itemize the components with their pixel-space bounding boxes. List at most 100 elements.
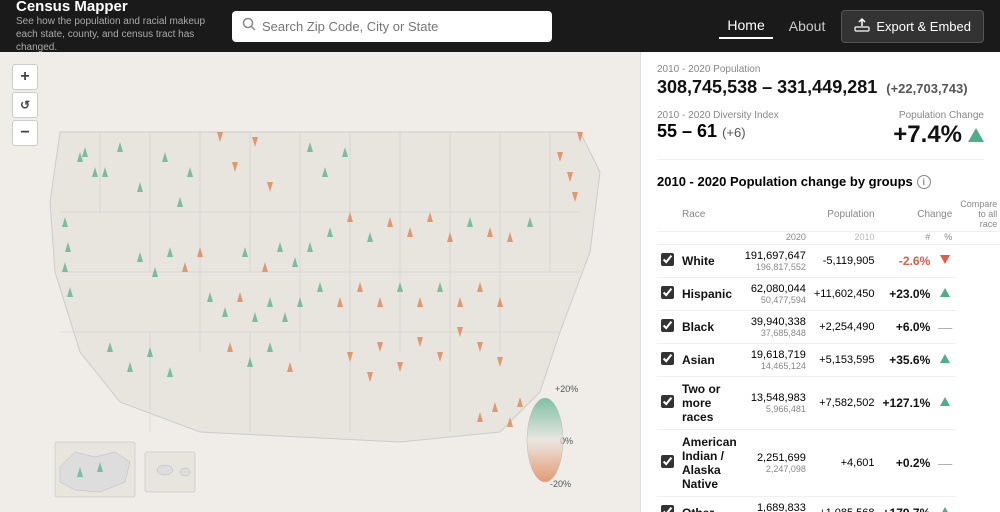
pop-separator: – [762,77,777,97]
change-pct-cell: +6.0% [879,311,935,344]
nav-about[interactable]: About [781,14,834,38]
race-table-body: White 191,697,647 196,817,552 -5,119,905… [657,245,1000,512]
us-map: +20% 0% -20% [0,52,640,512]
nav-home[interactable]: Home [719,13,772,39]
diversity-row: 2010 - 2020 Diversity Index 55 – 61 (+6)… [657,110,984,160]
header: Census Mapper See how the population and… [0,0,1000,52]
pop-2010-val: 37,685,848 [745,328,806,338]
compare-cell [934,377,956,430]
race-name: White [682,254,715,268]
row-checkbox-cell [657,377,678,430]
search-container [232,11,552,42]
compare-cell [934,344,956,377]
search-box[interactable] [232,11,552,42]
row-checkbox-cell [657,344,678,377]
zoom-in-button[interactable]: + [12,64,38,90]
pop-2020-cell: 39,940,338 37,685,848 [741,311,810,344]
th-pct: % [934,232,956,245]
table-row: Other 1,689,833 604,265 +1,085,568 +179.… [657,497,1000,512]
race-name: Asian [682,353,715,367]
row-checkbox-cell [657,430,678,497]
th-race: Race [678,197,741,232]
export-button[interactable]: Export & Embed [841,10,984,43]
search-icon [242,17,256,36]
pop-2020-val: 39,940,338 [751,316,806,328]
pop-2020-val: 2,251,699 [757,452,806,464]
pop-2020-val: 191,697,647 [745,250,806,262]
search-input[interactable] [262,19,542,34]
reset-button[interactable]: ↺ [12,92,38,118]
pop-change-label: Population Change [893,110,984,121]
pop-2010-val: 14,465,124 [745,361,806,371]
pop-numbers: 308,745,538 – 331,449,281 (+22,703,743) [657,77,984,98]
change-num-cell: +2,254,490 [810,311,879,344]
pop-2010-val: 2,247,098 [745,464,806,474]
neutral-arrow-icon: — [938,319,952,335]
race-name-cell: White [678,245,741,278]
change-pct-cell: +23.0% [879,278,935,311]
pop-2010: 308,745,538 [657,77,757,97]
table-header-row: Race Population Change Compare to all ra… [657,197,1000,232]
race-name: Other [682,506,714,512]
brand-subtitle: See how the population and racial makeup… [16,15,216,54]
compare-cell [934,278,956,311]
change-num-cell: +4,601 [810,430,879,497]
pop-2010-val: 5,966,481 [745,404,806,414]
table-row: Black 39,940,338 37,685,848 +2,254,490 +… [657,311,1000,344]
th-2020: 2020 [741,232,810,245]
change-pct-cell: +179.7% [879,497,935,512]
race-checkbox-4[interactable] [661,395,674,408]
brand: Census Mapper See how the population and… [16,0,216,54]
pop-2020-cell: 19,618,719 14,465,124 [741,344,810,377]
up-arrow-icon [940,354,950,363]
race-name: Two or more races [682,382,720,424]
race-name-cell: Black [678,311,741,344]
race-name-cell: American Indian / Alaska Native [678,430,741,497]
compare-cell [934,497,956,512]
nav: Home About Export & Embed [719,10,984,43]
race-name-cell: Asian [678,344,741,377]
table-row: American Indian / Alaska Native 2,251,69… [657,430,1000,497]
pop-2010-val: 196,817,552 [745,262,806,272]
race-checkbox-5[interactable] [661,455,674,468]
change-pct-cell: +35.6% [879,344,935,377]
change-num-cell: +11,602,450 [810,278,879,311]
change-pct-cell: +127.1% [879,377,935,430]
change-pct-cell: -2.6% [879,245,935,278]
pop-2020-val: 13,548,983 [751,392,806,404]
info-icon[interactable]: i [917,175,931,189]
diversity-value: 55 – 61 (+6) [657,121,779,142]
pop-label: 2010 - 2020 Population [657,64,984,75]
th-num: # [879,232,935,245]
right-panel: 2010 - 2020 Population 308,745,538 – 331… [640,52,1000,512]
race-checkbox-6[interactable] [661,505,674,512]
zoom-out-button[interactable]: − [12,120,38,146]
race-table: Race Population Change Compare to all ra… [657,197,1000,512]
pop-2020-val: 1,689,833 [757,502,806,512]
change-num-cell: -5,119,905 [810,245,879,278]
brand-title: Census Mapper [16,0,216,15]
table-row: Asian 19,618,719 14,465,124 +5,153,595 +… [657,344,1000,377]
pop-2020-cell: 191,697,647 196,817,552 [741,245,810,278]
race-name: American Indian / Alaska Native [682,435,737,491]
diversity-section: 2010 - 2020 Diversity Index 55 – 61 (+6) [657,110,779,142]
diversity-label: 2010 - 2020 Diversity Index [657,110,779,121]
main-content: + ↺ − [0,52,1000,512]
row-checkbox-cell [657,278,678,311]
row-checkbox-cell [657,311,678,344]
pop-2020: 331,449,281 [777,77,877,97]
up-arrow-icon [940,507,950,512]
map-controls: + ↺ − [12,64,38,146]
table-year-row: 2020 2010 # % [657,232,1000,245]
map-area: + ↺ − [0,52,640,512]
race-checkbox-2[interactable] [661,319,674,332]
race-checkbox-1[interactable] [661,286,674,299]
up-arrow-icon [940,288,950,297]
race-checkbox-0[interactable] [661,253,674,266]
race-name-cell: Two or more races [678,377,741,430]
pop-change-total: (+22,703,743) [886,81,967,96]
up-arrow-icon [940,397,950,406]
th-compare: Compare to all race [956,197,1000,232]
svg-text:-20%: -20% [550,479,571,489]
race-checkbox-3[interactable] [661,352,674,365]
